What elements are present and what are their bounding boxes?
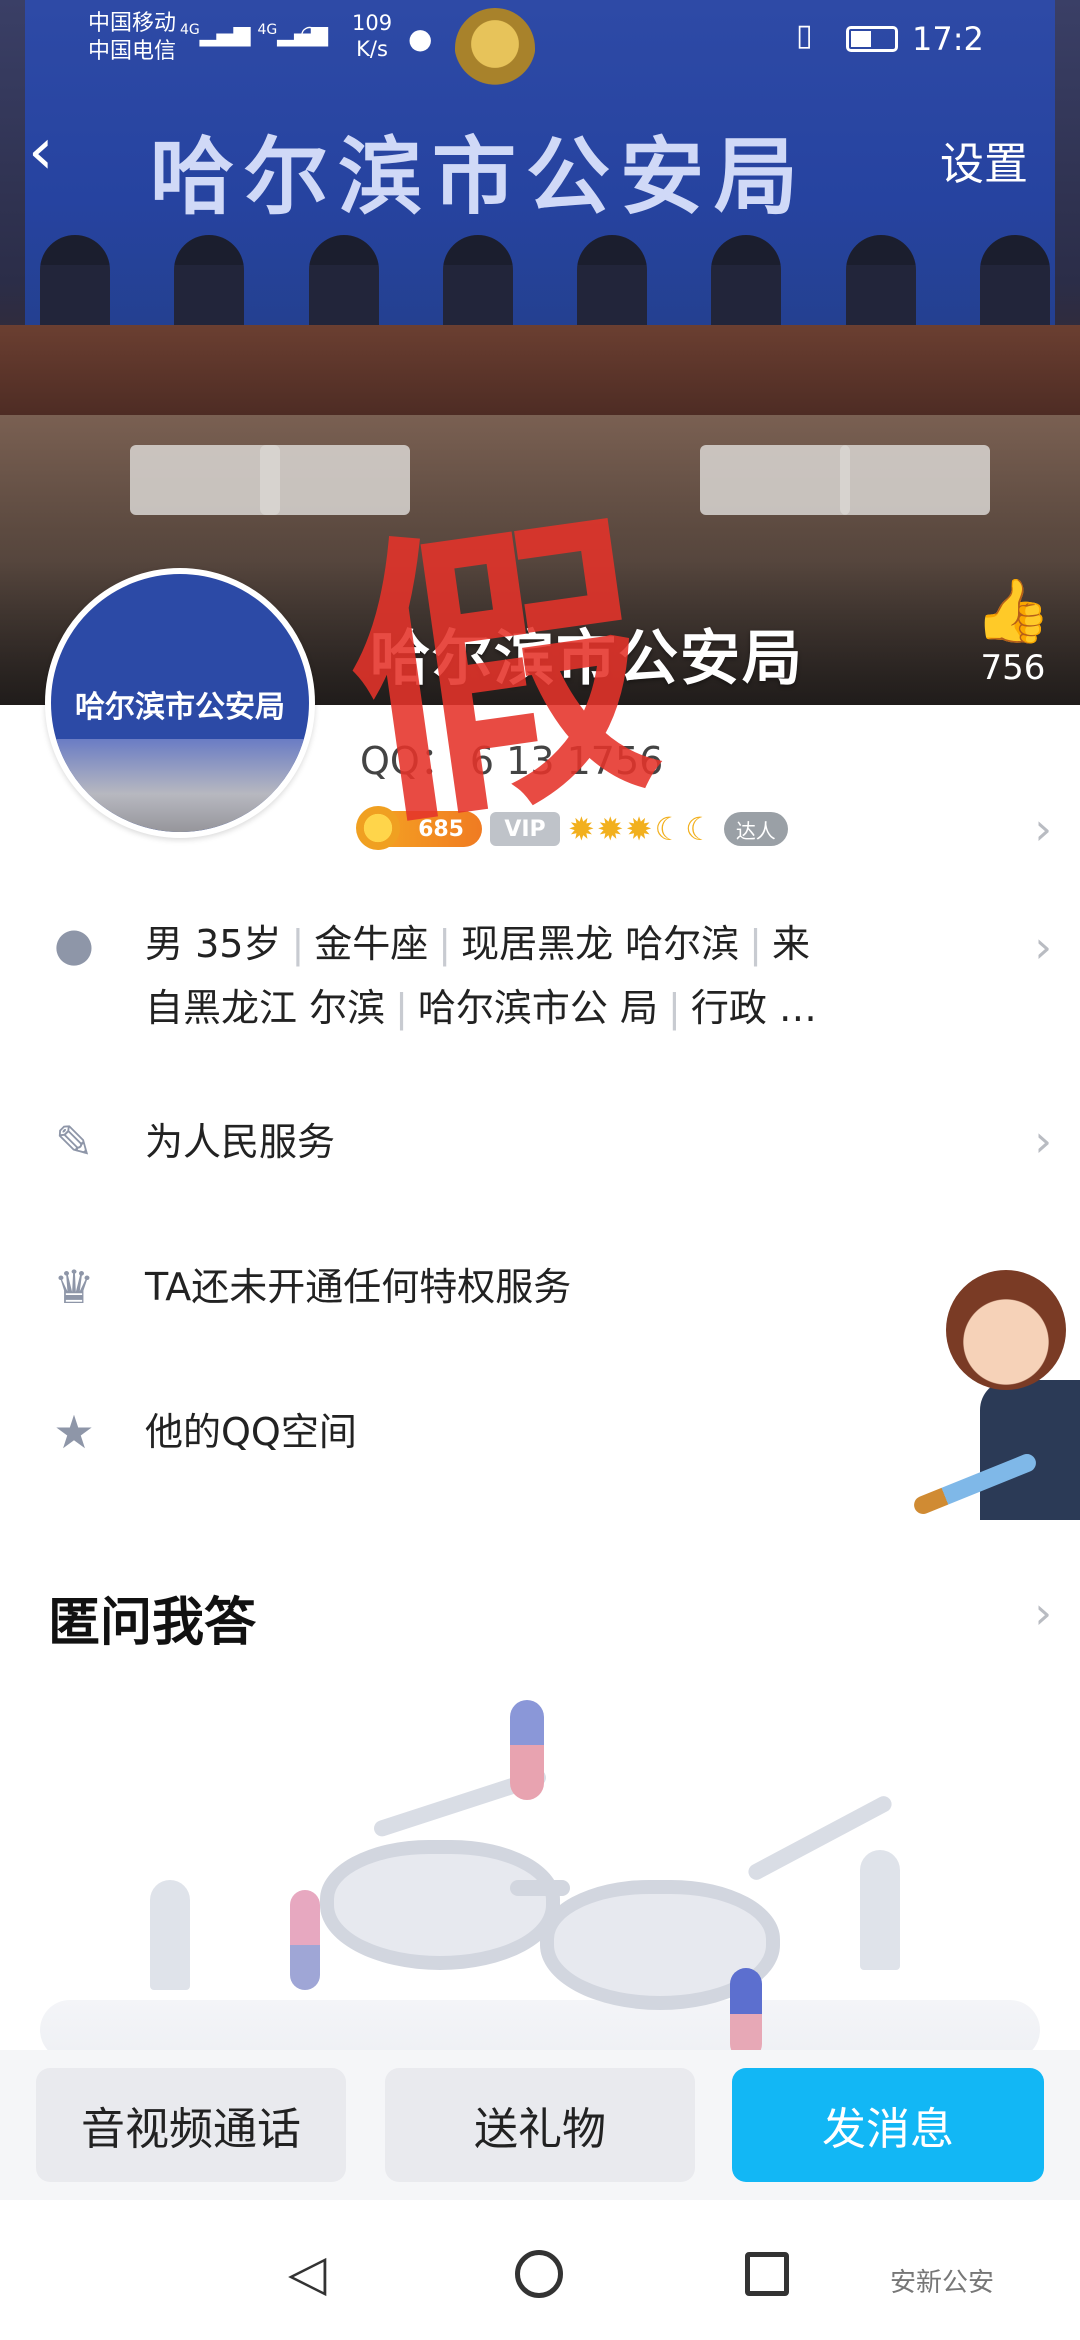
mascot-sticker[interactable]	[911, 1270, 1080, 1530]
settings-button[interactable]: 设置	[940, 128, 1028, 192]
avatar-photo	[51, 739, 309, 832]
chevron-left-icon: ‹	[28, 115, 54, 189]
cover-table	[0, 325, 1080, 415]
gift-button[interactable]: 送礼物	[385, 2068, 695, 2182]
basic-info-row[interactable]: ● 男 35岁 | 金牛座 | 现居黑龙 哈尔滨 | 来 自黑龙江 尔滨 | 哈尔滨市公 局 | 行…	[0, 912, 1080, 1052]
profile-name: 哈尔滨市公安局	[370, 624, 804, 694]
vip-badge: VIP	[490, 812, 560, 846]
chevron-right-icon: ›	[1034, 922, 1052, 973]
privilege-text: TA还未开通任何特权服务	[145, 1265, 572, 1309]
carrier-labels: 中国移动 中国电信	[88, 10, 176, 66]
clock: 17:2	[912, 20, 984, 58]
basic-info-line-2: 自黑龙江 尔滨 | 哈尔滨市公 局 | 行政 …	[145, 986, 817, 1030]
cover-chair	[700, 445, 850, 515]
wifi-icon: ◠	[300, 22, 320, 47]
basic-info-text: 男 35岁 | 金牛座 | 现居黑龙 哈尔滨 | 来 自黑龙江 尔滨 | 哈尔滨市公 局 | 行政 …	[145, 912, 975, 1040]
profile-page: 哈尔滨市公安局 中国移动 中国电信 4G▂▄▆ 4G▂▄▆ ◠ 109 K/s …	[0, 0, 1080, 2340]
qzone-row[interactable]: ★ 他的QQ空间	[0, 1400, 1080, 1470]
thumbs-up-icon: 👍	[974, 574, 1052, 647]
chevron-right-icon[interactable]: ›	[1034, 808, 1052, 852]
like-count: 756	[980, 648, 1046, 688]
star-icon: ★	[53, 1405, 95, 1459]
carrier-1: 中国移动	[88, 11, 177, 36]
empty-state-illustration	[40, 1700, 1040, 2060]
nav-recents-icon[interactable]	[745, 2252, 789, 2296]
carrier-2: 中国电信	[88, 39, 177, 64]
crown-icon: ♛	[53, 1260, 95, 1314]
daren-badge: 达人	[723, 812, 788, 846]
badge-row[interactable]: 685 VIP ✹✹✹☾☾ 达人	[356, 806, 788, 852]
call-button[interactable]: 音视频通话	[36, 2068, 346, 2182]
action-bar: 音视频通话 送礼物 发消息	[0, 2050, 1080, 2200]
chevron-right-icon: ›	[1034, 1116, 1052, 1167]
qq-number: QQ： 6 13 1756	[360, 739, 664, 783]
cover-chair	[130, 445, 280, 515]
status-bar: 中国移动 中国电信 4G▂▄▆ 4G▂▄▆ ◠ 109 K/s ● ▯ 17:2	[0, 0, 1080, 80]
qzone-text: 他的QQ空间	[145, 1410, 357, 1454]
section-title: 匿问我答	[48, 1593, 257, 1653]
chevron-right-icon[interactable]: ›	[1034, 1592, 1052, 1636]
back-button[interactable]: ‹	[28, 120, 78, 190]
pen-icon: ✎	[54, 1115, 94, 1169]
signature-text: 为人民服务	[145, 1120, 336, 1164]
chat-bubble-icon: ●	[408, 22, 433, 55]
cover-officers	[40, 235, 1050, 335]
level-icons: ✹✹✹☾☾	[568, 810, 716, 848]
battery-icon	[846, 26, 898, 52]
cover-banner-text: 哈尔滨市公安局	[150, 127, 809, 226]
nav-back-icon[interactable]: ◁	[288, 2248, 326, 2298]
signature-row[interactable]: ✎ 为人民服务 ›	[0, 1110, 1080, 1180]
send-message-button[interactable]: 发消息	[732, 2068, 1044, 2182]
cover-chair	[260, 445, 410, 515]
avatar[interactable]: 哈尔滨市公安局	[45, 568, 315, 838]
network-speed: 109 K/s	[352, 11, 393, 61]
basic-info-line-1: 男 35岁 | 金牛座 | 现居黑龙 哈尔滨 | 来	[145, 922, 810, 966]
avatar-text: 哈尔滨市公安局	[75, 690, 285, 725]
like-button[interactable]: 👍 756	[968, 574, 1058, 689]
privilege-row[interactable]: ♛ TA还未开通任何特权服务	[0, 1255, 1080, 1325]
cover-chair	[840, 445, 990, 515]
nav-home-icon[interactable]	[515, 2250, 563, 2298]
vibrate-icon: ▯	[796, 18, 813, 53]
watermark: 安新公安	[890, 2268, 995, 2298]
level-badge: 685	[356, 806, 482, 850]
person-icon: ●	[53, 917, 95, 971]
